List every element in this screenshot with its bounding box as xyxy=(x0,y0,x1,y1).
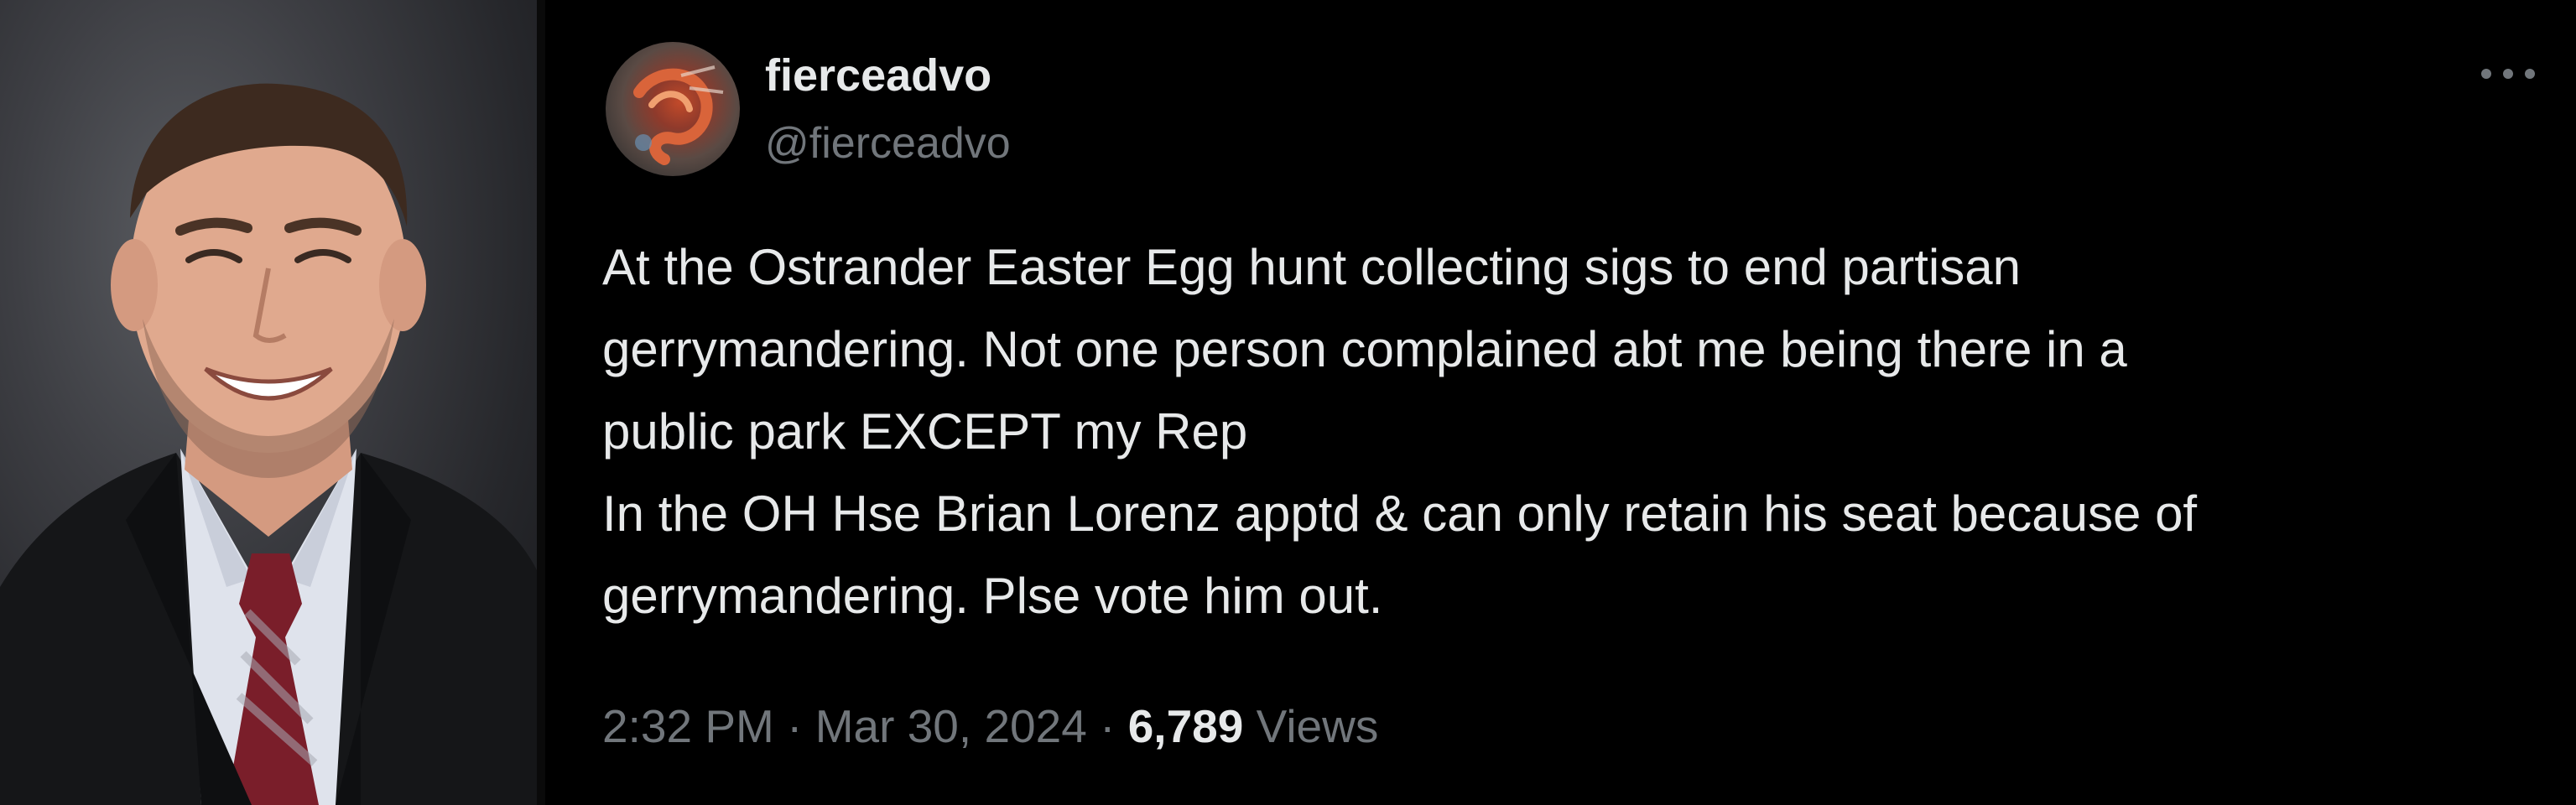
user-handle[interactable]: @fierceadvo xyxy=(765,117,1011,169)
tweet-text-line: gerrymandering. Plse vote him out. xyxy=(602,568,1383,624)
tweet-text-line: gerrymandering. Not one person complaine… xyxy=(602,321,2127,377)
tweet-time[interactable]: 2:32 PM xyxy=(602,700,774,752)
display-name[interactable]: fierceadvo xyxy=(765,49,991,102)
tweet-text-line: At the Ostrander Easter Egg hunt collect… xyxy=(602,239,2021,295)
tweet-text-line: In the OH Hse Brian Lorenz apptd & can o… xyxy=(602,486,2198,542)
more-dots-graphic xyxy=(2481,69,2535,79)
portrait-illustration xyxy=(0,83,537,805)
tweet-date[interactable]: Mar 30, 2024 xyxy=(815,700,1087,752)
avatar-image xyxy=(633,65,724,165)
tweet-metadata: 2:32 PM · Mar 30, 2024 · 6,789 Views xyxy=(602,693,1378,760)
portrait-photo xyxy=(0,0,537,805)
tweet-text-line: public park EXCEPT my Rep xyxy=(602,403,1248,460)
screenshot-composite: fierceadvo @fierceadvo At the Ostrander … xyxy=(0,0,2576,805)
tweet-text: At the Ostrander Easter Egg hunt collect… xyxy=(602,226,2548,637)
meta-separator: · xyxy=(1100,700,1116,752)
views-label: Views xyxy=(1256,700,1379,752)
views-count[interactable]: 6,789 xyxy=(1128,700,1244,752)
tweet-card: fierceadvo @fierceadvo At the Ostrander … xyxy=(545,0,2576,805)
photo-divider xyxy=(537,0,545,805)
meta-separator: · xyxy=(787,700,803,752)
more-horizontal-icon[interactable] xyxy=(2475,57,2542,91)
user-avatar[interactable] xyxy=(606,42,740,176)
